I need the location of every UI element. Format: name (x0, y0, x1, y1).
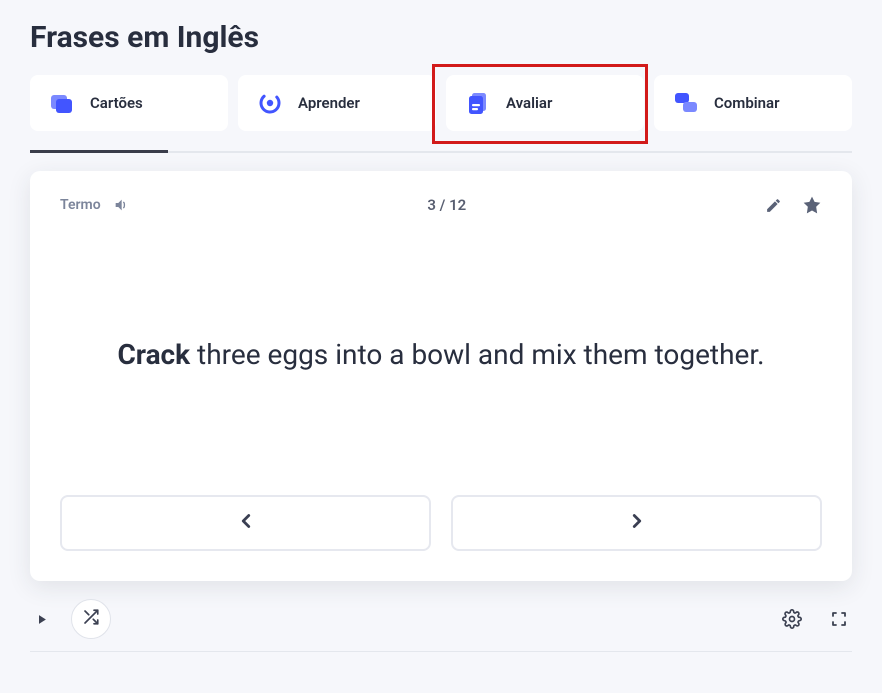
shuffle-icon (82, 608, 100, 630)
flashcard[interactable]: Termo 3 / 12 Crack three eggs into a bow… (30, 171, 852, 581)
audio-icon[interactable] (113, 197, 129, 213)
term-bold: Crack (117, 338, 190, 371)
prev-button[interactable] (60, 495, 431, 551)
settings-icon[interactable] (782, 609, 802, 629)
page-title: Frases em Inglês (30, 20, 852, 55)
tab-test[interactable]: Avaliar (446, 75, 644, 131)
tab-label: Avaliar (506, 94, 552, 112)
tab-label: Aprender (298, 94, 360, 112)
tab-learn[interactable]: Aprender (238, 75, 436, 131)
fullscreen-icon[interactable] (830, 610, 848, 628)
flashcard-header: Termo 3 / 12 (60, 195, 822, 215)
match-icon (672, 89, 700, 117)
tab-match[interactable]: Combinar (654, 75, 852, 131)
flashcard-body: Crack three eggs into a bowl and mix the… (60, 215, 822, 495)
tab-underline-active (30, 150, 168, 153)
term-label: Termo (60, 197, 101, 213)
study-mode-tabs: Cartões Aprender Avaliar Combinar (30, 75, 852, 131)
play-icon[interactable] (34, 612, 49, 627)
learn-icon (256, 89, 284, 117)
tab-label: Cartões (90, 94, 143, 112)
term-rest: three eggs into a bowl and mix them toge… (190, 338, 764, 371)
chevron-left-icon (235, 510, 257, 536)
term-text: Crack three eggs into a bowl and mix the… (117, 333, 764, 376)
test-icon (464, 89, 492, 117)
card-nav (60, 495, 822, 551)
card-counter: 3 / 12 (427, 196, 466, 214)
edit-icon[interactable] (765, 197, 782, 214)
cards-icon (48, 89, 76, 117)
chevron-right-icon (626, 510, 648, 536)
tab-cards[interactable]: Cartões (30, 75, 228, 131)
star-icon[interactable] (802, 195, 822, 215)
next-button[interactable] (451, 495, 822, 551)
shuffle-button[interactable] (71, 599, 111, 639)
tab-label: Combinar (714, 94, 780, 112)
tab-underline (30, 151, 852, 153)
bottom-toolbar (30, 595, 852, 652)
